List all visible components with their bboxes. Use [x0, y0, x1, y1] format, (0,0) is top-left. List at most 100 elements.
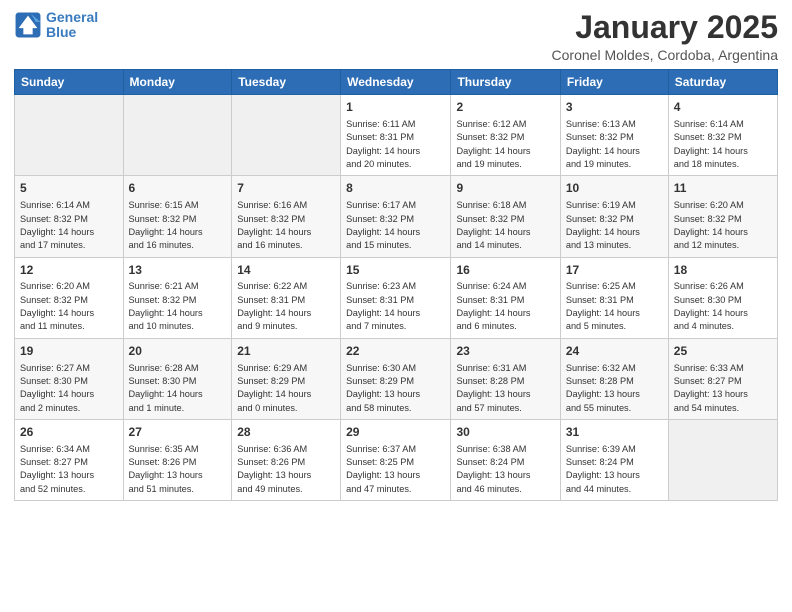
calendar-day-cell: 25 Sunrise: 6:33 AM Sunset: 8:27 PM Dayli… — [668, 338, 777, 419]
calendar-day-cell: 20 Sunrise: 6:28 AM Sunset: 8:30 PM Dayli… — [123, 338, 232, 419]
calendar-day-cell — [15, 95, 124, 176]
calendar-day-cell: 2 Sunrise: 6:12 AM Sunset: 8:32 PM Daylig… — [451, 95, 560, 176]
calendar-week-row: 12Sunrise: 6:20 AM Sunset: 8:32 PM Dayli… — [15, 257, 778, 338]
day-info: Sunrise: 6:24 AM Sunset: 8:31 PM Dayligh… — [456, 280, 554, 333]
day-info: Sunrise: 6:35 AM Sunset: 8:26 PM Dayligh… — [129, 443, 227, 496]
calendar-day-cell: 16Sunrise: 6:24 AM Sunset: 8:31 PM Dayli… — [451, 257, 560, 338]
day-info: Sunrise: 6:28 AM Sunset: 8:30 PM Dayligh… — [129, 362, 227, 415]
calendar-table: SundayMondayTuesdayWednesdayThursdayFrid… — [14, 69, 778, 501]
day-number: 14 — [237, 262, 335, 279]
calendar-day-cell: 3Sunrise: 6:13 AM Sunset: 8:32 PM Daylig… — [560, 95, 668, 176]
day-info: Sunrise: 6:18 AM Sunset: 8:32 PM Dayligh… — [456, 199, 554, 252]
header: General Blue January 2025 Coronel Moldes… — [14, 10, 778, 63]
weekday-header: Tuesday — [232, 70, 341, 95]
day-number: 19 — [20, 343, 118, 360]
day-number: 10 — [566, 180, 663, 197]
calendar-day-cell: 27 Sunrise: 6:35 AM Sunset: 8:26 PM Dayli… — [123, 419, 232, 500]
day-info: Sunrise: 6:25 AM Sunset: 8:31 PM Dayligh… — [566, 280, 663, 333]
day-info: Sunrise: 6:17 AM Sunset: 8:32 PM Dayligh… — [346, 199, 445, 252]
day-number: 27 — [129, 424, 227, 441]
weekday-header: Thursday — [451, 70, 560, 95]
day-info: Sunrise: 6:27 AM Sunset: 8:30 PM Dayligh… — [20, 362, 118, 415]
calendar-day-cell: 17Sunrise: 6:25 AM Sunset: 8:31 PM Dayli… — [560, 257, 668, 338]
day-info: Sunrise: 6:38 AM Sunset: 8:24 PM Dayligh… — [456, 443, 554, 496]
calendar-week-row: 19 Sunrise: 6:27 AM Sunset: 8:30 PM Dayli… — [15, 338, 778, 419]
calendar-week-row: 5Sunrise: 6:14 AM Sunset: 8:32 PM Daylig… — [15, 176, 778, 257]
day-info: Sunrise: 6:37 AM Sunset: 8:25 PM Dayligh… — [346, 443, 445, 496]
day-number: 20 — [129, 343, 227, 360]
day-info: Sunrise: 6:26 AM Sunset: 8:30 PM Dayligh… — [674, 280, 772, 333]
weekday-header: Saturday — [668, 70, 777, 95]
logo-text: General Blue — [46, 10, 98, 41]
day-number: 12 — [20, 262, 118, 279]
calendar-day-cell: 13Sunrise: 6:21 AM Sunset: 8:32 PM Dayli… — [123, 257, 232, 338]
day-info: Sunrise: 6:21 AM Sunset: 8:32 PM Dayligh… — [129, 280, 227, 333]
calendar-day-cell: 9 Sunrise: 6:18 AM Sunset: 8:32 PM Daylig… — [451, 176, 560, 257]
day-number: 3 — [566, 99, 663, 116]
day-number: 18 — [674, 262, 772, 279]
logo-line2: Blue — [46, 24, 76, 40]
day-info: Sunrise: 6:36 AM Sunset: 8:26 PM Dayligh… — [237, 443, 335, 496]
day-info: Sunrise: 6:32 AM Sunset: 8:28 PM Dayligh… — [566, 362, 663, 415]
main-title: January 2025 — [552, 10, 778, 45]
weekday-header: Friday — [560, 70, 668, 95]
day-info: Sunrise: 6:14 AM Sunset: 8:32 PM Dayligh… — [674, 118, 772, 171]
calendar-header-row: SundayMondayTuesdayWednesdayThursdayFrid… — [15, 70, 778, 95]
calendar-day-cell: 5Sunrise: 6:14 AM Sunset: 8:32 PM Daylig… — [15, 176, 124, 257]
page: General Blue January 2025 Coronel Moldes… — [0, 0, 792, 612]
day-number: 26 — [20, 424, 118, 441]
day-number: 4 — [674, 99, 772, 116]
day-number: 30 — [456, 424, 554, 441]
calendar-day-cell: 30 Sunrise: 6:38 AM Sunset: 8:24 PM Dayli… — [451, 419, 560, 500]
weekday-header: Wednesday — [341, 70, 451, 95]
weekday-header: Sunday — [15, 70, 124, 95]
calendar-day-cell: 14Sunrise: 6:22 AM Sunset: 8:31 PM Dayli… — [232, 257, 341, 338]
calendar-day-cell: 15Sunrise: 6:23 AM Sunset: 8:31 PM Dayli… — [341, 257, 451, 338]
logo-icon — [14, 11, 42, 39]
day-info: Sunrise: 6:34 AM Sunset: 8:27 PM Dayligh… — [20, 443, 118, 496]
day-info: Sunrise: 6:39 AM Sunset: 8:24 PM Dayligh… — [566, 443, 663, 496]
logo-line1: General — [46, 9, 98, 25]
calendar-day-cell: 10 Sunrise: 6:19 AM Sunset: 8:32 PM Dayli… — [560, 176, 668, 257]
day-info: Sunrise: 6:23 AM Sunset: 8:31 PM Dayligh… — [346, 280, 445, 333]
calendar-day-cell: 24 Sunrise: 6:32 AM Sunset: 8:28 PM Dayli… — [560, 338, 668, 419]
calendar-day-cell: 6Sunrise: 6:15 AM Sunset: 8:32 PM Daylig… — [123, 176, 232, 257]
calendar-day-cell: 4 Sunrise: 6:14 AM Sunset: 8:32 PM Daylig… — [668, 95, 777, 176]
day-info: Sunrise: 6:15 AM Sunset: 8:32 PM Dayligh… — [129, 199, 227, 252]
day-info: Sunrise: 6:20 AM Sunset: 8:32 PM Dayligh… — [20, 280, 118, 333]
day-number: 31 — [566, 424, 663, 441]
day-number: 22 — [346, 343, 445, 360]
day-info: Sunrise: 6:19 AM Sunset: 8:32 PM Dayligh… — [566, 199, 663, 252]
calendar-day-cell — [123, 95, 232, 176]
day-number: 9 — [456, 180, 554, 197]
day-info: Sunrise: 6:30 AM Sunset: 8:29 PM Dayligh… — [346, 362, 445, 415]
day-info: Sunrise: 6:33 AM Sunset: 8:27 PM Dayligh… — [674, 362, 772, 415]
day-number: 2 — [456, 99, 554, 116]
day-info: Sunrise: 6:22 AM Sunset: 8:31 PM Dayligh… — [237, 280, 335, 333]
day-info: Sunrise: 6:11 AM Sunset: 8:31 PM Dayligh… — [346, 118, 445, 171]
day-number: 16 — [456, 262, 554, 279]
calendar-day-cell: 26 Sunrise: 6:34 AM Sunset: 8:27 PM Dayli… — [15, 419, 124, 500]
calendar-week-row: 26 Sunrise: 6:34 AM Sunset: 8:27 PM Dayli… — [15, 419, 778, 500]
day-number: 1 — [346, 99, 445, 116]
calendar-day-cell — [232, 95, 341, 176]
day-number: 23 — [456, 343, 554, 360]
day-number: 28 — [237, 424, 335, 441]
day-number: 5 — [20, 180, 118, 197]
calendar-day-cell: 12Sunrise: 6:20 AM Sunset: 8:32 PM Dayli… — [15, 257, 124, 338]
calendar-day-cell: 31 Sunrise: 6:39 AM Sunset: 8:24 PM Dayli… — [560, 419, 668, 500]
weekday-header: Monday — [123, 70, 232, 95]
day-number: 21 — [237, 343, 335, 360]
subtitle: Coronel Moldes, Cordoba, Argentina — [552, 47, 778, 63]
calendar-day-cell: 23Sunrise: 6:31 AM Sunset: 8:28 PM Dayli… — [451, 338, 560, 419]
day-info: Sunrise: 6:12 AM Sunset: 8:32 PM Dayligh… — [456, 118, 554, 171]
logo: General Blue — [14, 10, 98, 41]
day-number: 8 — [346, 180, 445, 197]
calendar-day-cell: 19 Sunrise: 6:27 AM Sunset: 8:30 PM Dayli… — [15, 338, 124, 419]
title-block: January 2025 Coronel Moldes, Cordoba, Ar… — [552, 10, 778, 63]
calendar-day-cell: 1 Sunrise: 6:11 AM Sunset: 8:31 PM Daylig… — [341, 95, 451, 176]
day-number: 24 — [566, 343, 663, 360]
day-number: 25 — [674, 343, 772, 360]
calendar-day-cell: 29Sunrise: 6:37 AM Sunset: 8:25 PM Dayli… — [341, 419, 451, 500]
day-number: 15 — [346, 262, 445, 279]
